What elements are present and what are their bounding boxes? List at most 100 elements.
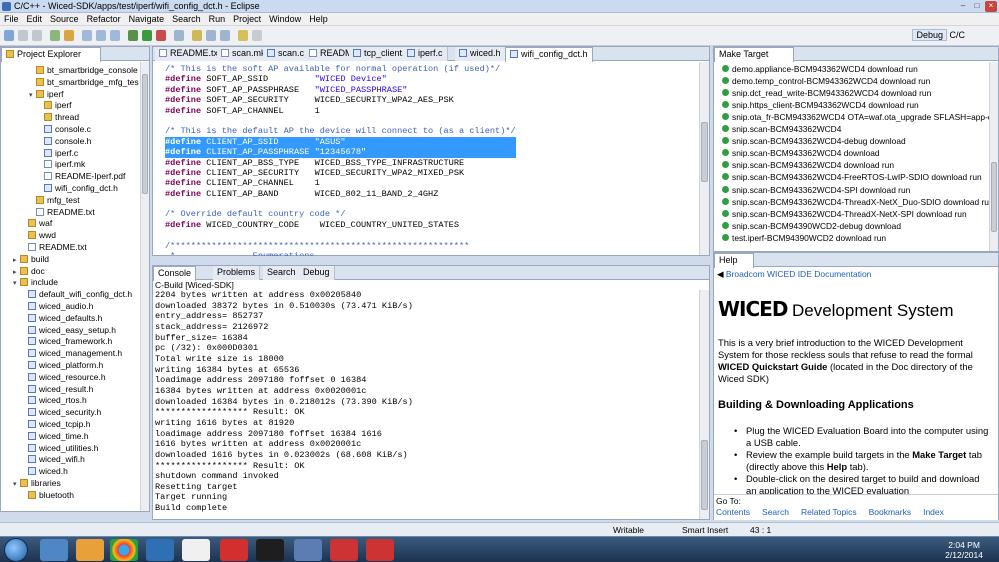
make-target-item[interactable]: snip.ota_fr-BCM943362WCD4 OTA=waf.ota_up…: [722, 111, 997, 123]
tree-item[interactable]: iperf.mk: [37, 159, 85, 170]
maximize-button[interactable]: □: [971, 1, 983, 12]
broadcom-icon[interactable]: [182, 539, 210, 561]
goto-link[interactable]: Related Topics: [801, 507, 857, 517]
editor-scrollthumb[interactable]: [701, 122, 708, 182]
code-area[interactable]: /* This is the soft AP available for nor…: [153, 62, 699, 256]
tree-item[interactable]: wiced_result.h: [21, 384, 93, 395]
new-icon[interactable]: [4, 30, 14, 41]
terminal-icon[interactable]: [256, 539, 284, 561]
perspective-switcher[interactable]: Debug C/C: [912, 29, 965, 41]
open-type-icon[interactable]: [192, 30, 202, 41]
make-target-item[interactable]: demo.temp_control-BCM943362WCD4 download…: [722, 75, 930, 87]
tree-item[interactable]: README-Iperf.pdf: [37, 171, 125, 182]
close-button[interactable]: ×: [985, 1, 997, 12]
tree-scrollbar[interactable]: [140, 62, 149, 511]
tree-item[interactable]: README.txt: [21, 242, 87, 253]
remote-desktop-icon[interactable]: [294, 539, 322, 561]
console-tab[interactable]: Debug: [299, 266, 335, 280]
next-annotation-icon[interactable]: [238, 30, 248, 41]
tree-item[interactable]: bluetooth: [21, 490, 74, 501]
make-target-item[interactable]: snip.scan-BCM943362WCD4 download run: [722, 159, 894, 171]
build-icon[interactable]: [50, 30, 60, 41]
acrobat-icon[interactable]: [220, 539, 248, 561]
chrome-icon[interactable]: [110, 539, 138, 561]
goto-link[interactable]: Contents: [716, 507, 750, 517]
tree-item[interactable]: console.c: [37, 124, 91, 135]
debug-icon[interactable]: [128, 30, 138, 41]
save-icon[interactable]: [18, 30, 28, 41]
tree-item[interactable]: ▸ doc: [13, 266, 45, 277]
tree-item[interactable]: iperf: [37, 100, 72, 111]
search-icon[interactable]: [174, 30, 184, 41]
tree-item[interactable]: wiced_defaults.h: [21, 313, 102, 324]
make-target-item[interactable]: snip.scan-BCM943362WCD4-FreeRTOS-LwIP-SD…: [722, 171, 982, 183]
external-tools-icon[interactable]: [156, 30, 166, 41]
tree-item[interactable]: wiced_audio.h: [21, 301, 93, 312]
explorer-icon[interactable]: [40, 539, 68, 561]
expand-icon[interactable]: ▸: [13, 267, 20, 278]
tree-item[interactable]: wiced_utilities.h: [21, 443, 99, 454]
tree-item[interactable]: ▾ iperf: [29, 89, 64, 100]
menu-project[interactable]: Project: [229, 13, 265, 24]
tab-make-target[interactable]: Make Target: [714, 47, 794, 62]
tree-item[interactable]: wiced_easy_setup.h: [21, 325, 116, 336]
make-target-item[interactable]: snip.scan-BCM94390WCD2-debug download: [722, 220, 901, 232]
make-target-scrollbar[interactable]: [989, 62, 998, 251]
tree-item[interactable]: wiced_platform.h: [21, 360, 103, 371]
make-target-item[interactable]: snip.dct_read_write-BCM943362WCD4 downlo…: [722, 87, 931, 99]
goto-link[interactable]: Search: [762, 507, 789, 517]
make-target-item[interactable]: demo.appliance-BCM943362WCD4 download ru…: [722, 63, 918, 75]
expand-icon[interactable]: ▾: [13, 479, 20, 490]
editor-tab[interactable]: README.txt: [155, 47, 226, 61]
expand-icon[interactable]: ▸: [13, 255, 20, 266]
editor-tab[interactable]: scan.c: [263, 47, 310, 61]
console-scrollthumb[interactable]: [701, 440, 708, 510]
tab-help[interactable]: Help: [714, 253, 754, 268]
make-target-item[interactable]: snip.scan-BCM943362WCD4-SPI download run: [722, 184, 910, 196]
make-target-item[interactable]: snip.scan-BCM943362WCD4-debug download: [722, 135, 906, 147]
tree-item[interactable]: wiced.h: [21, 466, 68, 477]
menu-navigate[interactable]: Navigate: [125, 13, 169, 24]
tree-item[interactable]: wiced_management.h: [21, 348, 122, 359]
make-target-scrollthumb[interactable]: [991, 162, 997, 232]
prev-annotation-icon[interactable]: [252, 30, 262, 41]
menu-help[interactable]: Help: [305, 13, 332, 24]
hammer-icon[interactable]: [64, 30, 74, 41]
breadcrumb-link[interactable]: Broadcom WICED IDE Documentation: [726, 269, 872, 279]
tree-item[interactable]: wiced_resource.h: [21, 372, 106, 383]
menu-search[interactable]: Search: [168, 13, 205, 24]
console-scrollbar[interactable]: [699, 290, 709, 519]
new-folder-icon[interactable]: [96, 30, 106, 41]
tree-item[interactable]: wiced_time.h: [21, 431, 89, 442]
tree-item[interactable]: wiced_security.h: [21, 407, 101, 418]
make-target-item[interactable]: test.iperf-BCM94390WCD2 download run: [722, 232, 886, 244]
tree-scrollthumb[interactable]: [142, 74, 148, 194]
new-file-icon[interactable]: [110, 30, 120, 41]
perspective-debug[interactable]: Debug: [912, 29, 947, 41]
console-tab[interactable]: Search: [263, 266, 301, 280]
tree-item[interactable]: wiced_tcpip.h: [21, 419, 91, 430]
toolbox-icon-2[interactable]: [366, 539, 394, 561]
tree-item[interactable]: mfg_test: [29, 195, 80, 206]
console-tab[interactable]: Console: [153, 266, 197, 281]
forward-icon[interactable]: [220, 30, 230, 41]
tree-item[interactable]: wifi_config_dct.h: [37, 183, 118, 194]
minimize-button[interactable]: –: [957, 1, 969, 12]
toolbox-icon[interactable]: [330, 539, 358, 561]
tree-item[interactable]: bt_smartbridge_mfg_tes: [29, 77, 139, 88]
new-project-icon[interactable]: [82, 30, 92, 41]
tree-item[interactable]: wwd: [21, 230, 56, 241]
tree-item[interactable]: wiced_rtos.h: [21, 395, 87, 406]
tree-item[interactable]: thread: [37, 112, 79, 123]
goto-link[interactable]: Bookmarks: [869, 507, 912, 517]
tree-item[interactable]: ▾ include: [13, 277, 58, 288]
menu-run[interactable]: Run: [205, 13, 230, 24]
tree-item[interactable]: bt_smartbridge_console: [29, 65, 138, 76]
make-target-item[interactable]: snip.scan-BCM943362WCD4-ThreadX-NetX_Duo…: [722, 196, 994, 208]
menu-refactor[interactable]: Refactor: [83, 13, 125, 24]
make-target-item[interactable]: snip.scan-BCM943362WCD4-ThreadX-NetX-SPI…: [722, 208, 967, 220]
tree-item[interactable]: wiced_framework.h: [21, 336, 112, 347]
console-tab[interactable]: Problems: [213, 266, 261, 280]
outlook-icon[interactable]: [76, 539, 104, 561]
make-target-item[interactable]: snip.scan-BCM943362WCD4: [722, 123, 841, 135]
